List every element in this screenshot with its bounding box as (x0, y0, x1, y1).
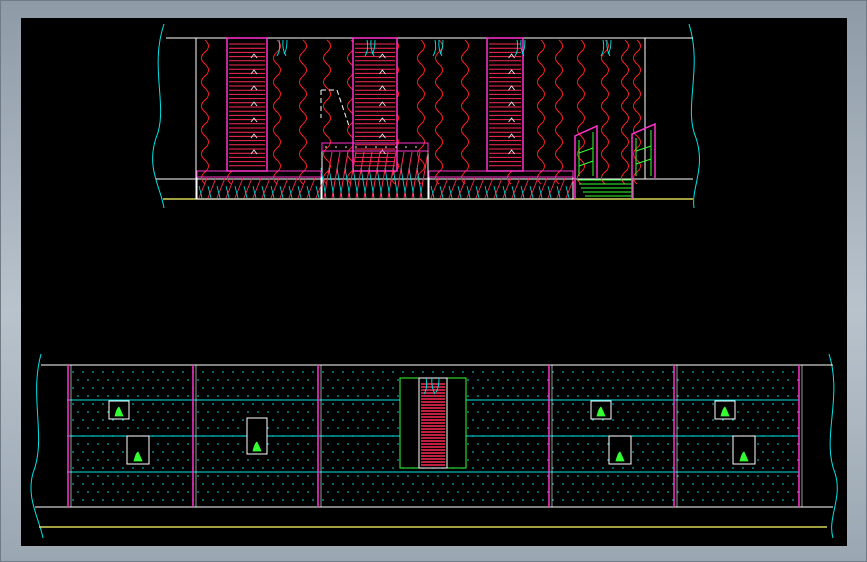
plan-view (30, 353, 838, 539)
plant-box (126, 435, 150, 465)
central-feature (399, 377, 467, 469)
base-block-left (196, 170, 325, 200)
elevation-view (152, 23, 700, 209)
cad-viewport-frame (0, 0, 867, 562)
plan-left-break-line (30, 353, 44, 539)
plant-box (246, 417, 268, 455)
wave-line (435, 39, 443, 185)
plant-box (732, 435, 756, 465)
wave-line (273, 39, 281, 185)
plan-right-break-line (828, 353, 838, 539)
stairs (577, 178, 634, 199)
cad-drawing (30, 23, 838, 539)
drawing-canvas[interactable] (21, 18, 847, 546)
wave-line (461, 39, 469, 185)
wave-line (201, 39, 209, 185)
right-break-line (688, 23, 700, 209)
hatched-panel (486, 37, 524, 172)
plant-box (714, 400, 736, 420)
plant-box (608, 435, 632, 465)
plant-box (108, 400, 130, 420)
aquatic-plant-icon (276, 39, 288, 57)
hatched-panel (226, 37, 268, 172)
wave-line (537, 39, 545, 185)
dashed-callout (320, 89, 350, 127)
base-block-right (428, 170, 575, 200)
wave-line (299, 39, 307, 185)
wave-line (621, 39, 629, 185)
left-break-line (152, 23, 165, 209)
aquatic-plant-icon (600, 39, 612, 57)
wave-line (601, 39, 609, 185)
plant-box (590, 400, 612, 420)
wave-line (323, 39, 331, 185)
wave-line (555, 39, 563, 185)
handrail-right (631, 122, 656, 199)
